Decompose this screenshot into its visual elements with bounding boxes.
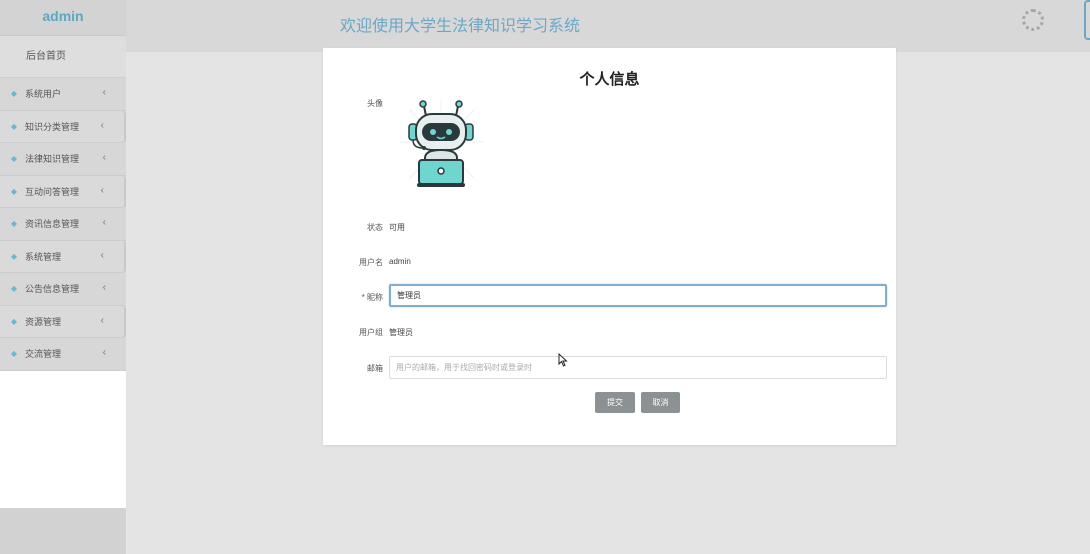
- sidebar-item-news[interactable]: ◆ 资讯信息管理 ‹: [0, 208, 126, 241]
- sidebar-item-label: 交流管理: [25, 349, 62, 360]
- chevron-left-icon: ‹: [102, 282, 106, 293]
- group-value: 管理员: [389, 328, 413, 337]
- chevron-left-icon: ‹: [102, 347, 106, 358]
- sidebar-item-label: 系统管理: [25, 251, 62, 262]
- sidebar-item-label: 资讯信息管理: [25, 219, 80, 230]
- status-value: 可用: [389, 223, 405, 232]
- profile-title: 个人信息: [579, 71, 640, 88]
- cancel-button[interactable]: 取消: [641, 392, 680, 413]
- profile-card: 个人信息 头像 状态 可用 用户名 admin * 昵称 管理员 用户组 管理员…: [323, 48, 896, 445]
- diamond-icon: ◆: [10, 154, 18, 164]
- sidebar-item-resource[interactable]: ◆ 资源管理 ‹: [0, 305, 126, 338]
- diamond-icon: ◆: [10, 186, 18, 196]
- status-label: 状态: [367, 223, 383, 232]
- sidebar-blank-area: [0, 371, 126, 508]
- user-menu-icon[interactable]: [1084, 0, 1090, 40]
- sidebar-item-knowledge-category[interactable]: ◆ 知识分类管理 ‹: [0, 110, 126, 143]
- page-title: 欢迎使用大学生法律知识学习系统: [340, 18, 581, 35]
- sidebar-brand: admin: [0, 0, 126, 36]
- sidebar-item-notice[interactable]: ◆ 公告信息管理 ‹: [0, 273, 126, 306]
- group-label: 用户组: [359, 328, 383, 337]
- chevron-left-icon: ‹: [102, 152, 106, 163]
- diamond-icon: ◆: [10, 121, 18, 131]
- chevron-left-icon: ‹: [100, 119, 104, 131]
- nickname-label: * 昵称: [361, 293, 383, 302]
- sidebar-item-label: 资源管理: [25, 316, 62, 327]
- username-value: admin: [389, 257, 411, 266]
- top-header: 欢迎使用大学生法律知识学习系统: [126, 0, 1090, 52]
- diamond-icon: ◆: [10, 251, 18, 261]
- submit-button[interactable]: 提交: [595, 392, 635, 413]
- sidebar-item-label: 公告信息管理: [25, 284, 80, 295]
- nickname-input[interactable]: [389, 284, 887, 307]
- sidebar-item-label: 系统用户: [25, 89, 62, 100]
- avatar-label: 头像: [367, 99, 383, 108]
- sidebar-item-system-users[interactable]: ◆ 系统用户 ‹: [0, 78, 126, 111]
- email-input[interactable]: [389, 356, 887, 379]
- robot-avatar-icon: [399, 99, 483, 187]
- sidebar-item-exchange[interactable]: ◆ 交流管理 ‹: [0, 338, 126, 371]
- sidebar-item-label: 互动问答管理: [25, 186, 80, 197]
- chevron-left-icon: ‹: [100, 184, 104, 196]
- diamond-icon: ◆: [10, 316, 18, 326]
- sidebar-item-law-knowledge[interactable]: ◆ 法律知识管理 ‹: [0, 143, 126, 176]
- chevron-left-icon: ‹: [100, 249, 104, 261]
- sidebar: admin 后台首页 ◆ 系统用户 ‹ ◆ 知识分类管理 ‹ ◆ 法律知识管理 …: [0, 0, 126, 554]
- chevron-left-icon: ‹: [102, 87, 106, 98]
- sidebar-footer: [0, 508, 126, 554]
- username-label: 用户名: [359, 258, 383, 267]
- mouse-cursor-icon: [558, 353, 568, 367]
- diamond-icon: ◆: [10, 89, 18, 99]
- sidebar-item-label: 法律知识管理: [25, 154, 80, 165]
- avatar-image[interactable]: [389, 94, 493, 190]
- chevron-left-icon: ‹: [102, 217, 106, 228]
- diamond-icon: ◆: [10, 349, 18, 359]
- email-label: 邮箱: [367, 364, 383, 373]
- sidebar-item-label: 知识分类管理: [25, 121, 80, 132]
- chevron-left-icon: ‹: [100, 314, 104, 326]
- sidebar-item-qa[interactable]: ◆ 互动问答管理 ‹: [0, 175, 126, 208]
- diamond-icon: ◆: [10, 284, 18, 294]
- diamond-icon: ◆: [10, 219, 18, 229]
- sidebar-item-system[interactable]: ◆ 系统管理 ‹: [0, 240, 126, 273]
- sidebar-item-home[interactable]: 后台首页: [0, 36, 126, 78]
- loading-spinner-icon: [1022, 9, 1044, 31]
